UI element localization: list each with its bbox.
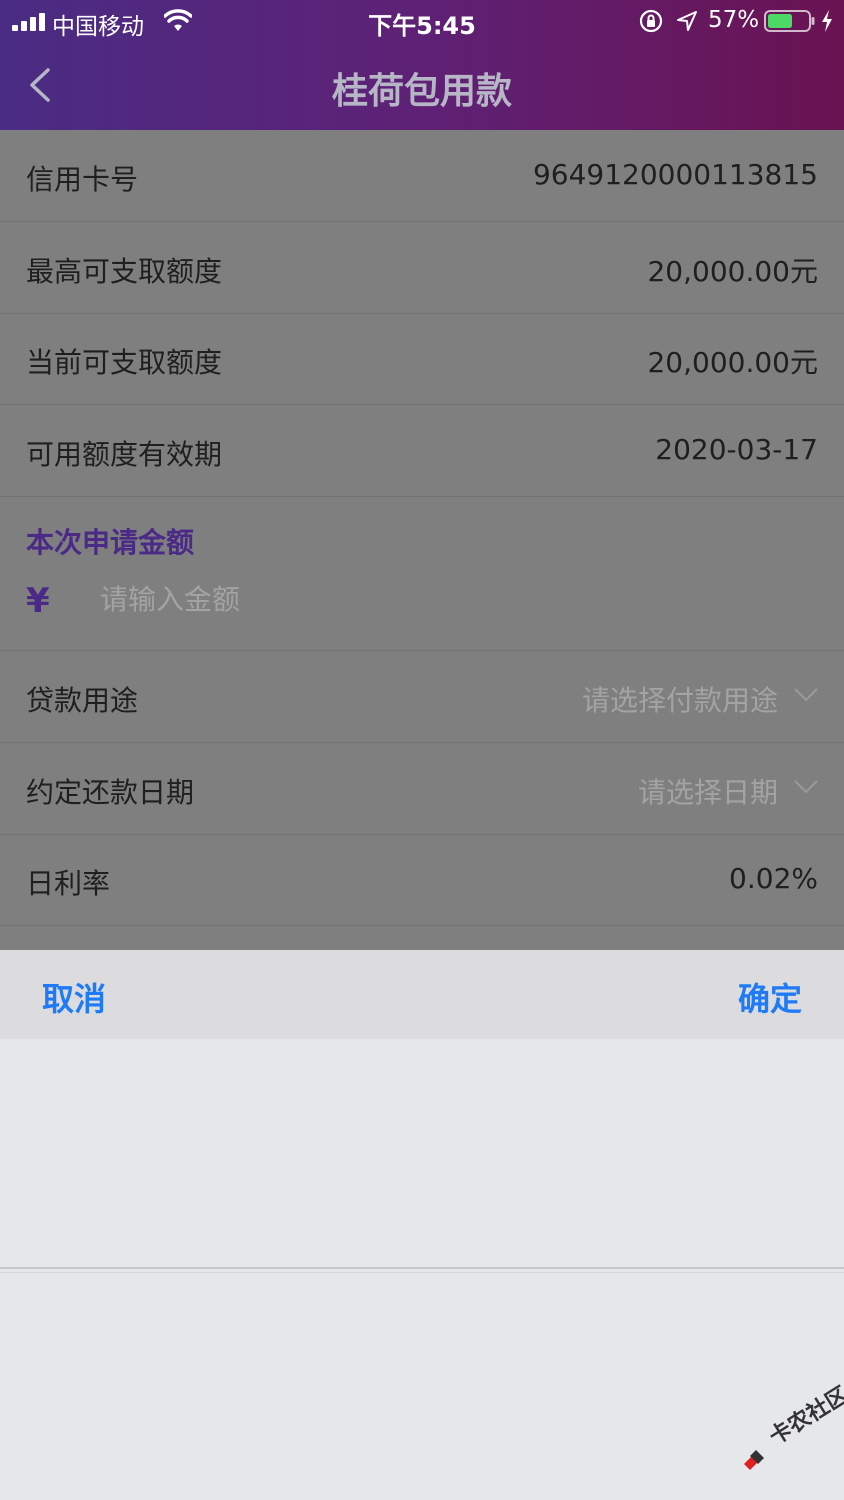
current-limit-label: 当前可支取额度 — [26, 346, 223, 379]
row-loan-purpose[interactable]: 贷款用途 请选择付款用途 — [0, 651, 844, 743]
page-title: 桂荷包用款 — [331, 71, 512, 112]
charging-icon — [822, 10, 832, 32]
row-validity: 可用额度有效期 2020-03-17 — [0, 405, 844, 497]
picker-selection-line — [0, 1267, 844, 1269]
cancel-button[interactable]: 取消 — [42, 974, 106, 1020]
card-number-value: 9649120000113815 — [532, 158, 818, 191]
orientation-lock-icon — [639, 9, 663, 33]
app-header: 中国移动 下午5:45 57% 桂荷包用款 — [0, 0, 844, 130]
amount-input[interactable] — [100, 577, 700, 621]
loan-purpose-label: 贷款用途 — [26, 684, 139, 717]
validity-value: 2020-03-17 — [655, 433, 818, 466]
row-card-number: 信用卡号 9649120000113815 — [0, 130, 844, 222]
max-limit-value: 20,000.00元 — [647, 255, 818, 288]
amount-section: 本次申请金额 ¥ — [0, 497, 844, 651]
row-daily-rate: 日利率 0.02% — [0, 834, 844, 926]
current-limit-value: 20,000.00元 — [647, 346, 818, 379]
confirm-button[interactable]: 确定 — [738, 974, 802, 1020]
amount-title: 本次申请金额 — [26, 526, 195, 559]
navigation-bar: 桂荷包用款 — [0, 42, 844, 130]
battery-icon — [764, 10, 815, 32]
battery-percentage: 57% — [708, 7, 760, 33]
yen-icon: ¥ — [26, 581, 50, 621]
row-max-limit: 最高可支取额度 20,000.00元 — [0, 222, 844, 314]
daily-rate-label: 日利率 — [26, 867, 111, 900]
daily-rate-value: 0.02% — [729, 862, 818, 895]
location-icon — [677, 11, 697, 31]
repay-date-label: 约定还款日期 — [26, 776, 195, 809]
picker-toolbar: 取消 确定 — [0, 950, 844, 1039]
loan-form: 信用卡号 9649120000113815 最高可支取额度 20,000.00元… — [0, 130, 844, 950]
chevron-down-icon[interactable] — [792, 685, 820, 705]
row-current-limit: 当前可支取额度 20,000.00元 — [0, 313, 844, 405]
repay-date-select[interactable]: 请选择日期 — [638, 771, 778, 811]
max-limit-label: 最高可支取额度 — [26, 255, 223, 288]
status-bar: 中国移动 下午5:45 57% — [0, 0, 844, 42]
picker-selection-line — [0, 1272, 844, 1273]
picker-wheel[interactable] — [0, 1039, 844, 1500]
loan-purpose-select[interactable]: 请选择付款用途 — [582, 679, 778, 719]
chevron-down-icon[interactable] — [792, 777, 820, 797]
row-repay-date[interactable]: 约定还款日期 请选择日期 — [0, 743, 844, 835]
validity-label: 可用额度有效期 — [26, 438, 223, 471]
card-number-label: 信用卡号 — [26, 163, 139, 196]
